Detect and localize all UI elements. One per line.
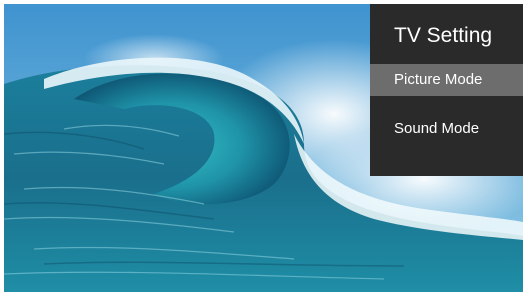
menu-item-sound-mode[interactable]: Sound Mode [370, 113, 523, 145]
menu-title: TV Setting [394, 24, 493, 47]
tv-setting-menu: TV Setting Picture Mode Sound Mode [370, 4, 523, 176]
menu-item-picture-mode[interactable]: Picture Mode [370, 64, 523, 96]
